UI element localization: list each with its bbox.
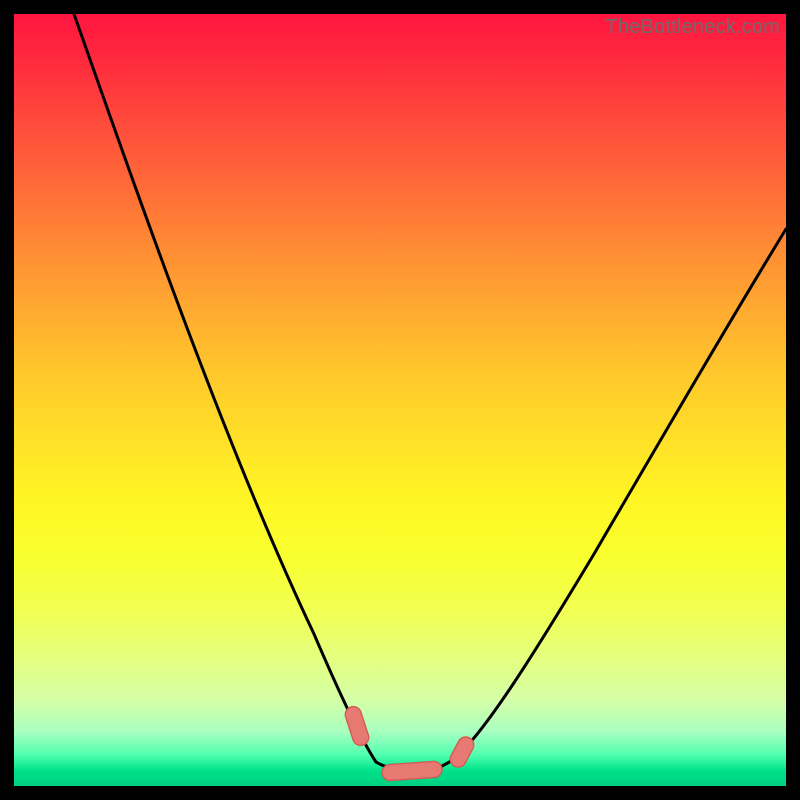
- left-nub-marker: [343, 705, 371, 748]
- right-nub-marker: [447, 734, 476, 770]
- right-curve: [454, 229, 786, 759]
- watermark-text: TheBottleneck.com: [605, 16, 780, 39]
- left-curve: [74, 14, 376, 762]
- curve-layer: [14, 14, 786, 786]
- bottom-nub-marker: [382, 761, 443, 781]
- plot-area: [14, 14, 786, 786]
- chart-frame: TheBottleneck.com: [0, 0, 800, 800]
